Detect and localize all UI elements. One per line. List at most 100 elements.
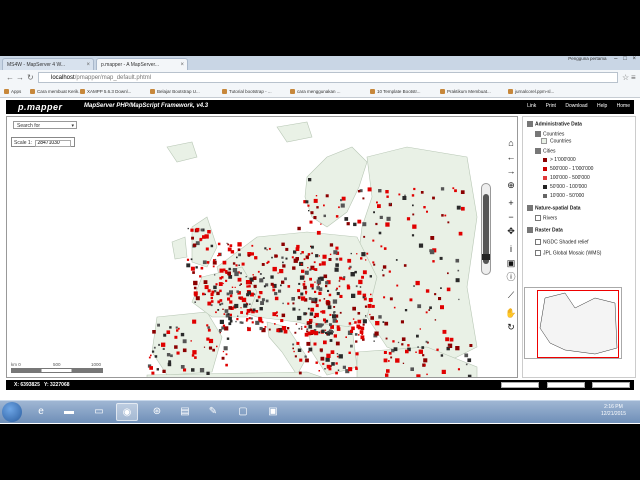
bookmark-item[interactable]: jurnalcorel.ppm-sl... [508,87,554,96]
pan-icon[interactable]: ✥ [505,225,517,237]
city-marker [258,316,262,321]
windows-start-icon[interactable] [2,402,22,422]
city-marker [228,322,232,326]
toc-group-nature[interactable]: Nature-spatial Data [527,205,581,211]
map-frame[interactable]: Search for ▾ Scale 1: km 0 500 1000 [6,116,518,378]
hand-icon[interactable]: ✋ [505,307,517,319]
home-icon[interactable]: ⌂ [505,137,517,149]
zoom-select-icon[interactable]: ⊕ [505,179,517,191]
bookmark-item[interactable]: Tutorial bootstrap - ... [222,87,272,96]
explorer-folder-icon[interactable]: ▬ [58,403,80,421]
legend-label: 500'000 - 1'000'000 [550,166,594,172]
browser-window: MS4W - MapServer 4 W... × p.mapper - A M… [0,56,640,424]
toc-layer-rivers[interactable]: Rivers [535,215,557,221]
info-icon[interactable]: i [505,243,517,255]
zoom-slider-handle[interactable] [482,254,490,260]
toc-layer-countries[interactable]: Countries [535,131,564,137]
toc-layer-cities[interactable]: Cities [535,148,556,154]
bookmark-item[interactable]: Apps [4,87,21,96]
bookmark-item[interactable]: 10 Template Bootstr... [370,87,420,96]
link-download[interactable]: Download [565,103,587,109]
link-link[interactable]: Link [527,103,536,109]
toc-group-raster[interactable]: Raster Data [527,227,563,233]
city-marker [298,371,302,375]
address-bar[interactable]: localhost/pmapper/map_default.phtml [38,72,618,83]
minimize-icon[interactable]: – [614,56,617,62]
refresh-icon[interactable]: ↻ [505,321,517,333]
ie-icon[interactable]: e [30,403,52,421]
reload-icon[interactable]: ↻ [27,73,34,82]
checkbox[interactable] [527,205,533,211]
measure-icon[interactable]: ⟋ [505,289,517,301]
city-marker [226,337,230,340]
w3c-badge[interactable] [592,382,630,388]
bookmark-item[interactable]: Cara membuat Kerik... [30,87,82,96]
maximize-icon[interactable]: □ [623,56,627,62]
osgeo-badge[interactable] [546,382,585,388]
tab-ms4w[interactable]: MS4W - MapServer 4 W... × [2,58,94,70]
explorer-icon[interactable]: ▭ [88,403,110,421]
zoom-slider[interactable] [481,183,491,275]
toc-layer-ngdc[interactable]: NGDC Shaded relief [535,239,589,245]
city-marker [261,298,265,302]
link-home[interactable]: Home [617,103,630,109]
forward-view-icon[interactable]: → [505,165,517,177]
tooltip-icon[interactable]: ⓘ [505,271,517,283]
city-marker [251,321,254,324]
city-marker [264,247,267,250]
city-marker [324,368,326,370]
bookmark-item[interactable]: cara menggunakan ... [290,87,341,96]
back-view-icon[interactable]: ← [505,151,517,163]
checkbox[interactable] [535,131,541,137]
map-canvas[interactable] [7,117,518,378]
city-marker [310,283,314,288]
checkbox[interactable] [535,148,541,154]
scale-input[interactable] [35,139,72,147]
city-marker [324,329,327,331]
window-icon[interactable]: ▢ [232,403,254,421]
checkbox[interactable] [527,227,533,233]
overview-extent-box[interactable] [537,290,619,358]
steam-icon[interactable]: ⊛ [146,403,168,421]
forward-icon[interactable]: → [16,73,24,82]
toc-group-admin[interactable]: Administrative Data [527,121,582,127]
sublayer-label: Countries [550,138,572,145]
city-marker [410,367,414,371]
select-icon[interactable]: ▣ [505,257,517,269]
overview-map[interactable] [524,287,622,359]
city-marker [190,266,195,271]
xampp-icon[interactable]: ✎ [202,403,224,421]
cmd-icon[interactable]: ▣ [262,403,284,421]
checkbox[interactable] [535,215,541,221]
checkbox[interactable] [535,250,541,256]
back-icon[interactable]: ← [6,73,14,82]
toc-layer-jpl[interactable]: JPL Global Mosaic (WMS) [535,250,601,256]
zoom-out-icon[interactable]: − [505,211,517,223]
city-marker [305,290,308,293]
search-select[interactable]: Search for ▾ [13,121,77,129]
city-marker [222,324,226,327]
link-help[interactable]: Help [597,103,607,109]
notepad-icon[interactable]: ▤ [174,403,196,421]
close-window-icon[interactable]: × [632,56,636,62]
bookmark-item[interactable]: Belajar Bootstrap U... [150,87,200,96]
city-marker [239,321,242,324]
link-print[interactable]: Print [546,103,556,109]
zoom-in-icon[interactable]: + [505,197,517,209]
city-marker [393,347,398,352]
menu-icon[interactable]: ≡ [631,73,636,82]
bookmark-item[interactable]: Praktikum Membuat... [440,87,491,96]
star-icon[interactable]: ☆ [622,73,629,82]
checkbox[interactable] [535,239,541,245]
system-clock[interactable]: 2:16 PM 12/21/2015 [601,404,626,418]
chrome-icon[interactable]: ◉ [116,403,138,421]
tab-pmapper[interactable]: p.mapper - A MapServer... × [96,58,188,70]
bookmark-item[interactable]: XAMPP 5.6.3 Downl... [80,87,131,96]
city-marker [345,336,347,338]
city-marker [332,299,338,304]
city-marker [276,329,280,332]
city-marker [305,292,307,295]
checkbox[interactable] [527,121,533,127]
city-marker [413,187,416,191]
mapserver-badge[interactable] [501,382,540,388]
